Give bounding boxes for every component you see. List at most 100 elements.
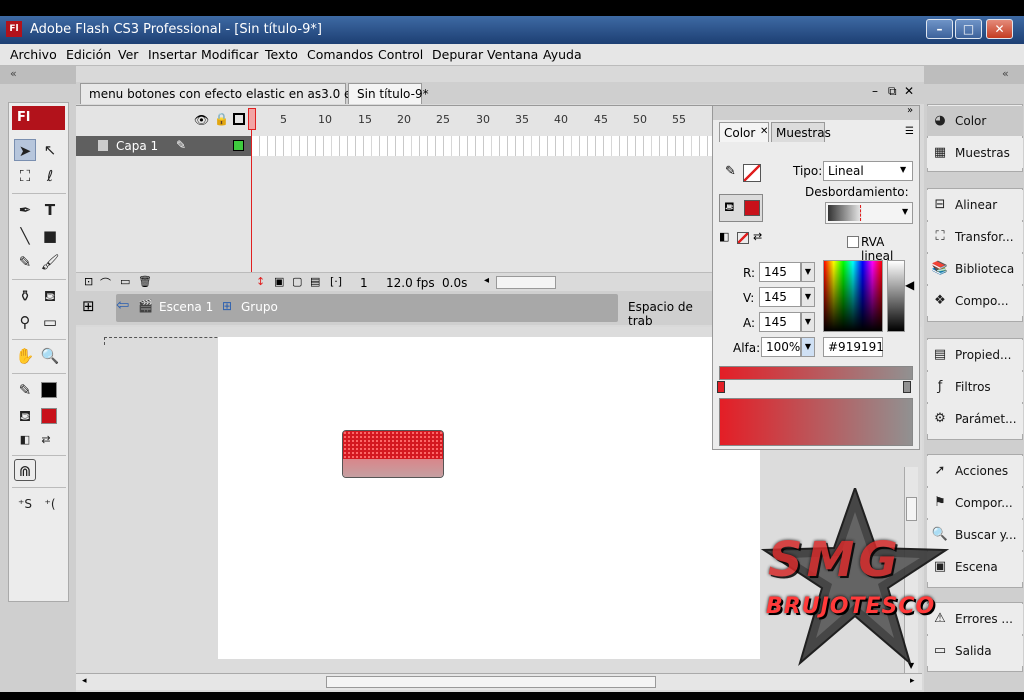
b-dropdown[interactable]: ▼ — [801, 312, 815, 332]
panel-button-parameters[interactable]: ⚙ Parámet... — [927, 404, 1023, 434]
horizontal-scrollbar[interactable]: ◂ ▸ — [76, 673, 922, 690]
stroke-swatch[interactable] — [743, 164, 761, 182]
tab-color[interactable]: Color ✕ — [719, 122, 769, 142]
tab-menu-botones[interactable]: menu botones con efecto elastic en as3.0… — [80, 83, 392, 104]
r-input[interactable]: 145 — [759, 262, 801, 282]
lasso-tool-icon[interactable]: ℓ — [39, 165, 61, 187]
menu-comandos[interactable]: Comandos — [307, 47, 373, 62]
selection-tool-icon[interactable]: ➤ — [14, 139, 36, 161]
g-input[interactable]: 145 — [759, 287, 801, 307]
timeline-toggle-icon[interactable]: ⊞ — [82, 297, 95, 315]
center-frame-icon[interactable]: ↕ — [256, 275, 265, 288]
panel-collapse-icon[interactable]: » — [907, 105, 913, 116]
lock-icon[interactable]: 🔒 — [214, 112, 229, 126]
gradient-button-shape[interactable] — [342, 430, 444, 478]
doc-restore-button[interactable]: ⧉ — [888, 84, 897, 99]
layer-color-icon[interactable] — [233, 140, 244, 151]
show-hide-icon[interactable]: 👁 — [194, 113, 209, 127]
doc-minimize-button[interactable]: – — [872, 84, 878, 98]
layer-name[interactable]: Capa 1 — [116, 139, 158, 153]
maximize-button[interactable]: □ — [955, 19, 982, 39]
subselection-tool-icon[interactable]: ↖ — [39, 139, 61, 161]
menu-ayuda[interactable]: Ayuda — [543, 47, 582, 62]
brush-tool-icon[interactable]: 🖌 — [39, 251, 61, 273]
panel-button-color[interactable]: ◕ Color — [927, 106, 1023, 136]
gradient-stop-right[interactable] — [903, 381, 911, 393]
color-spectrum[interactable] — [823, 260, 883, 332]
onion-outline-icon[interactable]: ▢ — [292, 275, 302, 288]
panel-button-align[interactable]: ⊟ Alinear — [927, 190, 1023, 220]
panel-button-filters[interactable]: ƒ Filtros — [927, 372, 1023, 402]
pen-tool-icon[interactable]: ✒ — [14, 199, 36, 221]
eyedropper-tool-icon[interactable]: ⚲ — [14, 311, 36, 333]
eraser-tool-icon[interactable]: ▭ — [39, 311, 61, 333]
delete-layer-icon[interactable]: 🗑 — [138, 275, 152, 288]
black-white-icon[interactable]: ◧ — [14, 429, 36, 451]
free-transform-tool-icon[interactable]: ⛶ — [14, 165, 36, 187]
menu-edicion[interactable]: Edición — [66, 47, 111, 62]
paint-bucket-tool-icon[interactable]: ⛾ — [39, 285, 61, 307]
tipo-select[interactable]: Lineal ▼ — [823, 161, 913, 181]
timeline-scroll-thumb[interactable] — [496, 276, 556, 289]
black-white-icon[interactable]: ◧ — [719, 230, 729, 243]
menu-ventana[interactable]: Ventana — [487, 47, 538, 62]
scroll-left-icon[interactable]: ◂ — [82, 676, 87, 686]
menu-texto[interactable]: Texto — [265, 47, 298, 62]
rva-lineal-checkbox[interactable] — [847, 236, 859, 248]
menu-control[interactable]: Control — [378, 47, 423, 62]
fill-color-icon[interactable]: ⛾ — [14, 405, 36, 427]
straighten-icon[interactable]: ⁺( — [39, 493, 61, 515]
zoom-tool-icon[interactable]: 🔍 — [39, 345, 61, 367]
r-dropdown[interactable]: ▼ — [801, 262, 815, 282]
back-arrow-icon[interactable]: ⇦ — [116, 295, 129, 314]
gradient-stop-left[interactable] — [717, 381, 725, 393]
menu-depurar[interactable]: Depurar — [432, 47, 483, 62]
swap-colors-icon[interactable]: ⇄ — [35, 429, 57, 451]
panel-button-actions[interactable]: ➚ Acciones — [927, 456, 1023, 486]
fill-color-swatch[interactable] — [41, 408, 57, 424]
panel-button-components[interactable]: ❖ Compo... — [927, 286, 1023, 316]
brightness-arrow-icon[interactable]: ◀ — [905, 278, 914, 292]
close-tab-icon[interactable]: ✕ — [760, 126, 768, 137]
overflow-select[interactable]: ▼ — [825, 202, 913, 224]
hex-input[interactable]: #919191 — [823, 337, 884, 357]
hand-tool-icon[interactable]: ✋ — [14, 345, 36, 367]
insert-folder-icon[interactable]: ▭ — [120, 275, 130, 288]
smooth-icon[interactable]: ⁺S — [14, 493, 36, 515]
modify-onion-markers-icon[interactable]: [·] — [330, 275, 342, 288]
panel-button-library[interactable]: 📚 Biblioteca — [927, 254, 1023, 284]
close-button[interactable]: ✕ — [986, 19, 1013, 39]
scroll-right-icon[interactable]: ▸ — [910, 676, 915, 686]
tab-sin-titulo-9[interactable]: Sin título-9* — [348, 83, 429, 104]
ink-bottle-tool-icon[interactable]: ⚱ — [14, 285, 36, 307]
alpha-dropdown[interactable]: ▼ — [801, 337, 815, 357]
b-input[interactable]: 145 — [759, 312, 801, 332]
panel-button-transform[interactable]: ⛶ Transfor... — [927, 222, 1023, 252]
menu-modificar[interactable]: Modificar — [201, 47, 258, 62]
text-tool-icon[interactable]: T — [39, 199, 61, 221]
panel-options-icon[interactable]: ☰ — [905, 126, 914, 137]
gradient-definition-bar[interactable] — [719, 366, 913, 380]
tab-muestras[interactable]: Muestras — [771, 122, 831, 142]
playhead-handle[interactable] — [248, 108, 256, 130]
brightness-slider[interactable] — [887, 260, 905, 332]
scroll-left-icon[interactable]: ◂ — [484, 275, 489, 286]
menu-insertar[interactable]: Insertar — [148, 47, 197, 62]
no-color-icon[interactable] — [737, 232, 749, 244]
stroke-color-swatch[interactable] — [41, 382, 57, 398]
hscroll-thumb[interactable] — [326, 676, 656, 688]
motion-guide-icon[interactable]: ⌒ — [100, 275, 111, 291]
alpha-input[interactable]: 100% — [761, 337, 801, 357]
menu-archivo[interactable]: Archivo — [10, 47, 57, 62]
scene-breadcrumb[interactable]: Escena 1 — [159, 300, 213, 314]
collapse-tools-icon[interactable]: « — [10, 67, 17, 80]
swap-colors-icon[interactable]: ⇄ — [753, 230, 762, 243]
panel-button-swatches[interactable]: ▦ Muestras — [927, 138, 1023, 168]
snap-magnet-icon[interactable]: ⋒ — [14, 459, 36, 481]
doc-close-button[interactable]: ✕ — [904, 84, 914, 98]
edit-multiple-frames-icon[interactable]: ▤ — [310, 275, 320, 288]
menu-ver[interactable]: Ver — [118, 47, 138, 62]
group-breadcrumb[interactable]: Grupo — [241, 300, 278, 314]
expand-dock-icon[interactable]: « — [1002, 67, 1009, 80]
outline-icon[interactable] — [233, 113, 245, 125]
